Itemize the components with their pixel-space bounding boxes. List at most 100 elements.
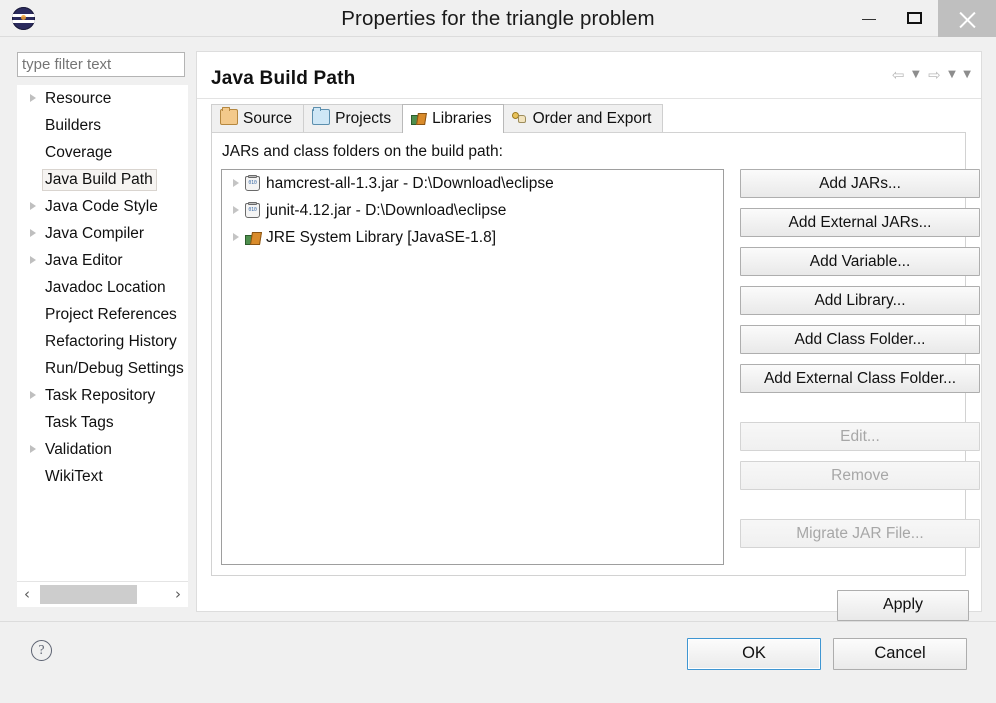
dialog-body: ResourceBuildersCoverageJava Build PathJ…	[0, 37, 996, 621]
settings-navigation-pane: Resource Builders Coverage Java Build Path J…	[17, 52, 188, 612]
sidebar-item-label: Builders	[45, 117, 101, 134]
sidebar-item-label: Java Build Path	[42, 169, 157, 191]
sidebar-item-java-editor[interactable]: Java Editor	[17, 247, 188, 274]
list-item-label: JRE System Library [JavaSE-1.8]	[266, 229, 496, 246]
expand-triangle-icon[interactable]	[30, 229, 36, 237]
expand-triangle-icon[interactable]	[30, 445, 36, 453]
expand-triangle-icon[interactable]	[30, 256, 36, 264]
sidebar-item-label: Resource	[45, 90, 112, 107]
library-icon	[411, 111, 427, 125]
add-class-folder-button[interactable]: Add Class Folder...	[740, 325, 980, 354]
list-item[interactable]: JRE System Library [JavaSE-1.8]	[222, 224, 723, 251]
sidebar-item-task-tags[interactable]: Task Tags	[17, 409, 188, 436]
package-icon	[220, 107, 238, 125]
tree-horizontal-scrollbar[interactable]: ‹ ›	[17, 581, 188, 607]
tab-label: Libraries	[432, 110, 492, 127]
close-button[interactable]	[938, 0, 996, 37]
list-item-label: junit-4.12.jar - D:\Download\eclipse	[266, 202, 507, 219]
help-icon[interactable]: ?	[31, 640, 52, 661]
expand-triangle-icon[interactable]	[233, 179, 239, 187]
remove-button: Remove	[740, 461, 980, 490]
sidebar-item-coverage[interactable]: Coverage	[17, 139, 188, 166]
sidebar-item-label: Task Repository	[45, 387, 156, 404]
jar-icon	[245, 175, 260, 191]
sidebar-item-builders[interactable]: Builders	[17, 112, 188, 139]
expand-triangle-icon[interactable]	[30, 391, 36, 399]
minimize-icon	[862, 18, 876, 20]
tab-source[interactable]: Source	[211, 104, 305, 133]
maximize-icon	[907, 11, 922, 24]
sidebar-item-label: WikiText	[45, 468, 103, 485]
ok-button[interactable]: OK	[687, 638, 821, 670]
libraries-tab-panel: JARs and class folders on the build path…	[211, 132, 980, 576]
sidebar-item-javadoc-location[interactable]: Javadoc Location	[17, 274, 188, 301]
add-external-jars-button[interactable]: Add External JARs...	[740, 208, 980, 237]
sidebar-item-label: Javadoc Location	[45, 279, 166, 296]
expand-triangle-icon[interactable]	[233, 206, 239, 214]
sidebar-item-resource[interactable]: Resource	[17, 85, 188, 112]
page-pane: Java Build Path ⇦ ▼ ⇨ ▼ ▼ Source Projects…	[196, 51, 982, 621]
list-item[interactable]: junit-4.12.jar - D:\Download\eclipse	[222, 197, 723, 224]
expand-triangle-icon[interactable]	[233, 233, 239, 241]
page-navigation-toolbar: ⇦ ▼ ⇨ ▼ ▼	[888, 64, 971, 86]
cancel-button[interactable]: Cancel	[833, 638, 967, 670]
filter-input[interactable]	[17, 52, 185, 77]
order-export-icon	[511, 111, 528, 125]
tab-order-and-export[interactable]: Order and Export	[502, 104, 664, 133]
sidebar-item-java-compiler[interactable]: Java Compiler	[17, 220, 188, 247]
apply-button[interactable]: Apply	[837, 590, 969, 621]
tab-projects[interactable]: Projects	[303, 104, 404, 133]
properties-dialog: Properties for the triangle problem Reso…	[0, 0, 996, 703]
add-jars-button[interactable]: Add JARs...	[740, 169, 980, 198]
sidebar-item-label: Project References	[45, 306, 177, 323]
sidebar-item-label: Coverage	[45, 144, 113, 161]
list-item-label: hamcrest-all-1.3.jar - D:\Download\eclip…	[266, 175, 554, 192]
folder-icon	[312, 107, 331, 125]
list-item[interactable]: hamcrest-all-1.3.jar - D:\Download\eclip…	[222, 170, 723, 197]
jar-icon	[245, 202, 260, 218]
sidebar-item-label: Java Compiler	[45, 225, 145, 242]
expand-triangle-icon[interactable]	[30, 94, 36, 102]
forward-history-chevron-down-icon[interactable]: ▼	[948, 64, 956, 86]
sidebar-item-java-build-path[interactable]: Java Build Path	[17, 166, 188, 193]
scroll-right-icon[interactable]: ›	[168, 582, 188, 607]
settings-tree[interactable]: Resource Builders Coverage Java Build Path J…	[17, 85, 188, 581]
sidebar-item-label: Run/Debug Settings	[45, 360, 184, 377]
eclipse-logo-icon	[12, 7, 35, 30]
scroll-left-icon[interactable]: ‹	[17, 582, 37, 607]
sidebar-item-label: Java Editor	[45, 252, 123, 269]
sidebar-item-run-debug-settings[interactable]: Run/Debug Settings	[17, 355, 188, 382]
sidebar-item-task-repository[interactable]: Task Repository	[17, 382, 188, 409]
jar-list-label: JARs and class folders on the build path…	[222, 143, 503, 160]
tab-label: Order and Export	[532, 110, 652, 127]
add-variable-button[interactable]: Add Variable...	[740, 247, 980, 276]
back-arrow-icon[interactable]: ⇦	[892, 64, 905, 86]
forward-arrow-icon[interactable]: ⇨	[928, 64, 941, 86]
sidebar-item-label: Validation	[45, 441, 112, 458]
build-path-tabs: Source Projects Libraries Order and Export	[211, 104, 664, 133]
sidebar-item-java-code-style[interactable]: Java Code Style	[17, 193, 188, 220]
sidebar-item-label: Task Tags	[45, 414, 114, 431]
maximize-button[interactable]	[892, 0, 938, 37]
sidebar-item-validation[interactable]: Validation	[17, 436, 188, 463]
migrate-jar-file-button: Migrate JAR File...	[740, 519, 980, 548]
expand-triangle-icon[interactable]	[30, 202, 36, 210]
back-history-chevron-down-icon[interactable]: ▼	[912, 64, 920, 86]
sidebar-item-wikitext[interactable]: WikiText	[17, 463, 188, 490]
edit-button: Edit...	[740, 422, 980, 451]
sidebar-item-project-references[interactable]: Project References	[17, 301, 188, 328]
sidebar-item-label: Refactoring History	[45, 333, 177, 350]
page-menu-chevron-down-icon[interactable]: ▼	[963, 64, 971, 86]
title-bar: Properties for the triangle problem	[0, 0, 996, 37]
page-title: Java Build Path	[211, 68, 356, 89]
jar-list[interactable]: hamcrest-all-1.3.jar - D:\Download\eclip…	[221, 169, 724, 565]
tab-libraries[interactable]: Libraries	[402, 104, 504, 133]
add-library-button[interactable]: Add Library...	[740, 286, 980, 315]
tab-label: Projects	[335, 110, 392, 127]
scrollbar-thumb[interactable]	[40, 585, 137, 604]
tab-label: Source	[243, 110, 293, 127]
minimize-button[interactable]	[846, 0, 892, 37]
title-divider	[197, 98, 981, 99]
sidebar-item-refactoring-history[interactable]: Refactoring History	[17, 328, 188, 355]
add-external-class-folder-button[interactable]: Add External Class Folder...	[740, 364, 980, 393]
